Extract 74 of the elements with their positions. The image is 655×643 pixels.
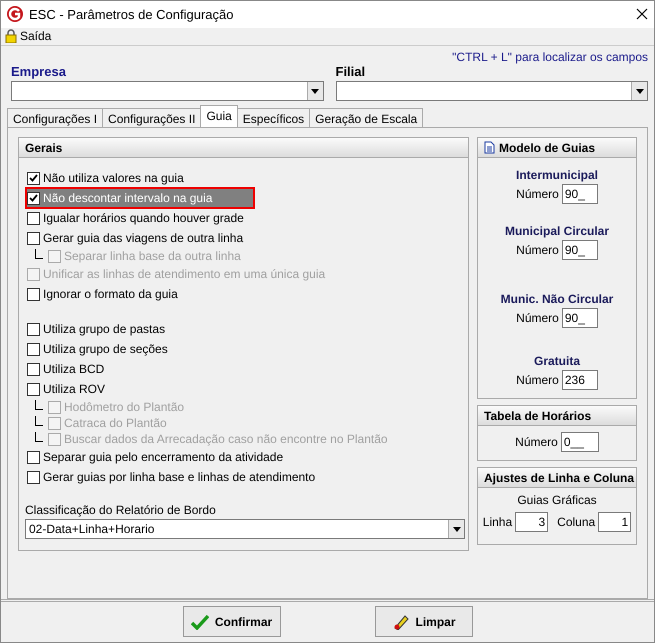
menu-item[interactable]: Saída	[5, 27, 52, 46]
clear-button[interactable]: Limpar	[374, 606, 472, 638]
checkbox-label: Buscar dados da Arrecadação caso não encontre no Plantão	[64, 431, 388, 448]
group-title: Gerais	[19, 138, 468, 158]
branch-dropdown[interactable]	[336, 81, 648, 102]
field-label: Número	[516, 310, 559, 328]
checkbox-label: Hodômetro do Plantão	[64, 399, 184, 416]
checkbox[interactable]	[27, 362, 40, 376]
group-title: Ajustes de Linha e Coluna	[478, 468, 636, 488]
document-icon	[484, 141, 495, 154]
section-label: Guias Gráficas	[517, 492, 597, 510]
number-field[interactable]: 0__	[560, 432, 599, 452]
tab[interactable]: Configurações II	[102, 108, 202, 128]
confirm-button[interactable]: Confirmar	[182, 606, 280, 638]
checkbox-label: Utiliza BCD	[43, 361, 104, 378]
number-field[interactable]: 90_	[562, 240, 598, 260]
number-field[interactable]: 1	[598, 512, 632, 532]
checkbox-label: Igualar horários quando houver grade	[43, 210, 244, 228]
hint-text: "CTRL + L" para localizar os campos	[452, 48, 648, 66]
section-heading: Gratuita	[534, 353, 580, 370]
field-label: Número	[516, 242, 559, 260]
tab[interactable]: Geração de Escala	[309, 108, 424, 128]
checkbox[interactable]	[27, 470, 40, 484]
checkbox[interactable]	[27, 450, 40, 464]
checkbox-label: Separar linha base da outra linha	[64, 248, 241, 266]
window-title: ESC - Parâmetros de Configuração	[29, 6, 234, 24]
checkbox[interactable]	[27, 192, 40, 205]
field-label: Linha	[482, 514, 512, 532]
checkbox-label: Gerar guia das viagens de outra linha	[43, 230, 244, 248]
tab[interactable]: Específicos	[236, 108, 310, 128]
group-title: Tabela de Horários	[478, 406, 636, 426]
company-dropdown[interactable]	[11, 81, 324, 102]
checkbox-label: Não utiliza valores na guia	[43, 170, 184, 188]
checkbox[interactable]	[27, 172, 40, 185]
field-label: Coluna	[557, 514, 596, 532]
number-field[interactable]: 236	[562, 370, 598, 390]
tab[interactable]: Guia	[200, 105, 238, 128]
padlock-icon	[5, 29, 17, 44]
checkbox-label: Utiliza ROV	[43, 381, 106, 398]
dropdown-arrow-icon	[636, 88, 644, 94]
field-label: Número	[515, 434, 558, 452]
checkbox-label: Gerar guias por linha base e linhas de atendimento	[43, 469, 316, 486]
group-title: Modelo de Guias	[499, 140, 596, 157]
field-label: Número	[516, 186, 559, 204]
checkbox[interactable]	[27, 288, 40, 301]
checkbox[interactable]	[27, 232, 40, 245]
section-heading: Municipal Circular	[504, 223, 610, 240]
checkbox-label: Catraca do Plantão	[64, 415, 167, 432]
checkbox[interactable]	[27, 212, 40, 225]
number-field[interactable]: 90_	[562, 308, 598, 328]
checkbox[interactable]	[27, 322, 40, 336]
checkmark-icon	[190, 614, 209, 630]
tab[interactable]: Configurações I	[7, 108, 104, 128]
field-label: Número	[516, 372, 559, 390]
checkbox[interactable]	[27, 342, 40, 356]
sort-dropdown[interactable]: 02-Data+Linha+Horario	[25, 519, 465, 540]
checkbox-label: Unificar as linhas de atendimento em uma única guia	[43, 266, 326, 284]
field-label: Empresa	[11, 62, 67, 81]
checkbox-label: Utiliza grupo de seções	[43, 341, 168, 358]
close-icon[interactable]	[636, 8, 648, 20]
number-field[interactable]: 90_	[562, 184, 598, 204]
dropdown-arrow-icon	[452, 526, 460, 532]
number-field[interactable]: 3	[515, 512, 548, 532]
checkbox-label: Separar guia pelo encerramento da atividade	[43, 449, 284, 466]
checkbox-label: Não descontar intervalo na guia	[43, 190, 212, 208]
checkbox-label: Utiliza grupo de pastas	[43, 321, 166, 338]
field-label: Filial	[336, 62, 366, 81]
section-heading: Munic. Não Circular	[500, 291, 614, 308]
dropdown-arrow-icon	[311, 88, 319, 94]
field-label: Classificação do Relatório de Bordo	[25, 502, 217, 520]
app-logo-icon	[7, 6, 23, 22]
checkbox[interactable]	[27, 382, 40, 396]
section-heading: Intermunicipal	[516, 167, 598, 184]
checkbox-label: Ignorar o formato da guia	[43, 286, 178, 304]
